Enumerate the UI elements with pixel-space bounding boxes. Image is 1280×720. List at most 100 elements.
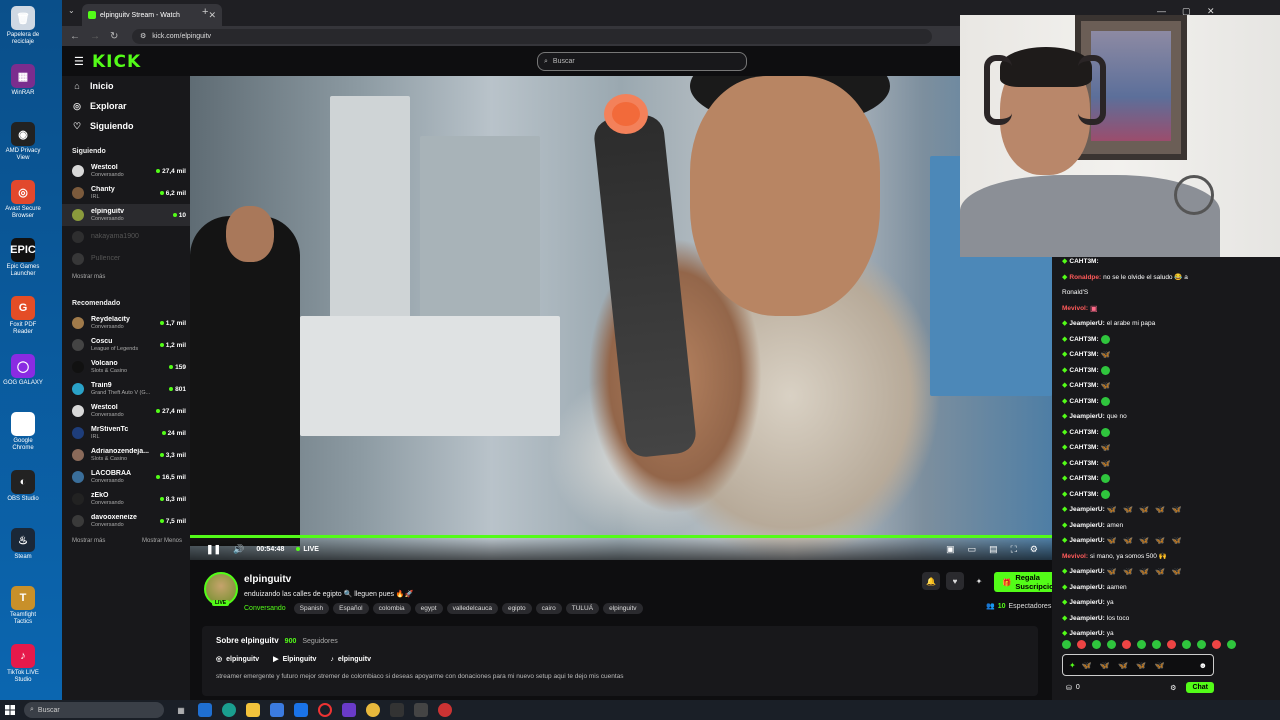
social-link[interactable]: ▶ Elpinguitv: [273, 655, 316, 664]
nav-item-siguiendo[interactable]: ♡ Siguiendo: [62, 116, 190, 136]
tag[interactable]: egypt: [414, 603, 443, 614]
task-view-icon[interactable]: ▦: [174, 703, 188, 717]
quick-emote-icon[interactable]: [1137, 640, 1146, 649]
opera-icon[interactable]: [318, 703, 332, 717]
desktop-icon[interactable]: ♪ TikTok LIVE Studio: [3, 644, 43, 684]
tag[interactable]: egipto: [501, 603, 532, 614]
desktop-icon[interactable]: ◯ GOG GALAXY: [3, 354, 43, 387]
channel-name[interactable]: elpinguitv: [244, 574, 291, 585]
desktop-icon[interactable]: ◐ OBS Studio: [3, 470, 43, 503]
store-icon[interactable]: [270, 703, 284, 717]
quick-emote-icon[interactable]: [1212, 640, 1221, 649]
taskbar-search[interactable]: ⌕ Buscar: [24, 702, 164, 718]
chat-input[interactable]: ✦ 🦋 🦋 🦋 🦋 🦋 ☻: [1062, 654, 1214, 676]
theater-icon[interactable]: ▭: [968, 544, 977, 555]
pause-icon[interactable]: ❚❚: [206, 544, 221, 555]
show-less-recommended[interactable]: Mostrar Menos: [142, 538, 182, 544]
app-icon[interactable]: [414, 703, 428, 717]
chat-username[interactable]: CAHT3M:: [1069, 487, 1098, 503]
url-field[interactable]: ⚙ kick.com/elpinguitv: [132, 28, 932, 44]
tag[interactable]: cairo: [535, 603, 562, 614]
chat-username[interactable]: JeampierU:: [1069, 518, 1104, 534]
quick-emote-icon[interactable]: [1182, 640, 1191, 649]
clip-icon[interactable]: ▤: [989, 544, 998, 555]
app-icon[interactable]: [342, 703, 356, 717]
sidebar-channel[interactable]: Coscu League of Legends 1,2 mil: [62, 334, 190, 356]
site-info-icon[interactable]: ⚙: [140, 32, 146, 40]
send-chat-button[interactable]: Chat: [1186, 682, 1214, 693]
chat-username[interactable]: CAHT3M:: [1069, 425, 1098, 441]
chat-username[interactable]: CAHT3M:: [1069, 456, 1098, 472]
sidebar-channel[interactable]: Westcol Conversando 27,4 mil: [62, 160, 190, 182]
chat-username[interactable]: CAHT3M:: [1069, 471, 1098, 487]
forward-button[interactable]: →: [90, 31, 102, 42]
quick-emote-icon[interactable]: [1122, 640, 1131, 649]
chat-username[interactable]: JeampierU:: [1069, 580, 1104, 596]
quick-emote-icon[interactable]: [1227, 640, 1236, 649]
desktop-icon[interactable]: ◉ AMD Privacy View: [3, 122, 43, 162]
quick-emote-icon[interactable]: [1167, 640, 1176, 649]
chat-username[interactable]: CAHT3M:: [1069, 394, 1098, 410]
sidebar-channel[interactable]: Westcol Conversando 27,4 mil: [62, 400, 190, 422]
chat-username[interactable]: CAHT3M:: [1069, 440, 1098, 456]
kick-logo[interactable]: KICK: [92, 52, 141, 72]
show-more-recommended[interactable]: Mostrar más: [72, 538, 105, 544]
chat-username[interactable]: JeampierU:: [1069, 611, 1104, 627]
follow-heart-icon[interactable]: ♥: [946, 572, 964, 590]
edge-icon[interactable]: [222, 703, 236, 717]
notification-bell-icon[interactable]: 🔔: [922, 572, 940, 590]
app-icon[interactable]: [438, 703, 452, 717]
tag[interactable]: TULUÁ: [565, 603, 600, 614]
quick-emote-icon[interactable]: [1092, 640, 1101, 649]
search-input[interactable]: ⌕ Buscar: [537, 52, 747, 71]
points-icon[interactable]: ⛁: [1066, 684, 1072, 692]
desktop-icon[interactable]: G Foxit PDF Reader: [3, 296, 43, 336]
quick-emote-icon[interactable]: [1197, 640, 1206, 649]
settings-icon[interactable]: ⚙: [1030, 544, 1038, 555]
sidebar-channel[interactable]: Chanty IRL 6,2 mil: [62, 182, 190, 204]
chat-username[interactable]: CAHT3M:: [1069, 347, 1098, 363]
sidebar-channel[interactable]: MrStivenTc IRL 24 mil: [62, 422, 190, 444]
chat-username[interactable]: JeampierU:: [1069, 502, 1104, 518]
start-icon[interactable]: [0, 705, 20, 715]
sidebar-channel[interactable]: nakayama1900: [62, 226, 190, 248]
sidebar-channel[interactable]: Pullencer: [62, 248, 190, 270]
back-button[interactable]: ←: [70, 31, 82, 42]
desktop-icon[interactable]: T Teamfight Tactics: [3, 586, 43, 626]
chrome-icon[interactable]: [366, 703, 380, 717]
desktop-icon[interactable]: 🗑 Papelera de reciclaje: [3, 6, 43, 46]
tab-list-button[interactable]: ⌄: [68, 6, 75, 15]
reload-button[interactable]: ↻: [110, 31, 122, 42]
file-explorer-icon[interactable]: [246, 703, 260, 717]
quick-emote-icon[interactable]: [1062, 640, 1071, 649]
close-tab-icon[interactable]: ✕: [208, 10, 216, 21]
sidebar-channel[interactable]: elpinguitv Conversando 10: [62, 204, 190, 226]
social-link[interactable]: ◎ elpinguitv: [216, 655, 259, 664]
chat-username[interactable]: JeampierU:: [1069, 564, 1104, 580]
chat-username[interactable]: CAHT3M:: [1069, 363, 1098, 379]
sidebar-channel[interactable]: Adrianozendeja... Slots & Casino 3,3 mil: [62, 444, 190, 466]
chat-username[interactable]: Ronaldpe:: [1069, 270, 1101, 286]
pip-icon[interactable]: ▣: [946, 544, 955, 555]
quick-emote-icon[interactable]: [1077, 640, 1086, 649]
menu-icon[interactable]: ☰: [74, 55, 84, 68]
tag[interactable]: elpinguitv: [603, 603, 643, 614]
fullscreen-icon[interactable]: ⛶: [1011, 544, 1017, 555]
category-link[interactable]: Conversando: [244, 605, 286, 612]
chat-username[interactable]: JeampierU:: [1069, 409, 1104, 425]
volume-icon[interactable]: 🔊: [233, 544, 244, 555]
sidebar-channel[interactable]: zEkO Conversando 8,3 mil: [62, 488, 190, 510]
desktop-icon[interactable]: ◉ Google Chrome: [3, 412, 43, 452]
browser-tab[interactable]: elpinguitv Stream - Watch ✕: [82, 4, 222, 26]
chat-username[interactable]: CAHT3M:: [1069, 332, 1098, 348]
sidebar-channel[interactable]: Volcano Slots & Casino 159: [62, 356, 190, 378]
chat-username[interactable]: Mevivol:: [1062, 301, 1088, 317]
app-icon[interactable]: [198, 703, 212, 717]
mail-icon[interactable]: [294, 703, 308, 717]
desktop-icon[interactable]: ◎ Avast Secure Browser: [3, 180, 43, 220]
desktop-icon[interactable]: ▦ WinRAR: [3, 64, 43, 97]
sidebar-channel[interactable]: LACOBRAA Conversando 16,5 mil: [62, 466, 190, 488]
social-link[interactable]: ♪ elpinguitv: [330, 655, 371, 663]
nav-item-explorar[interactable]: ◎ Explorar: [62, 96, 190, 116]
emoji-picker-icon[interactable]: ☻: [1199, 661, 1207, 670]
